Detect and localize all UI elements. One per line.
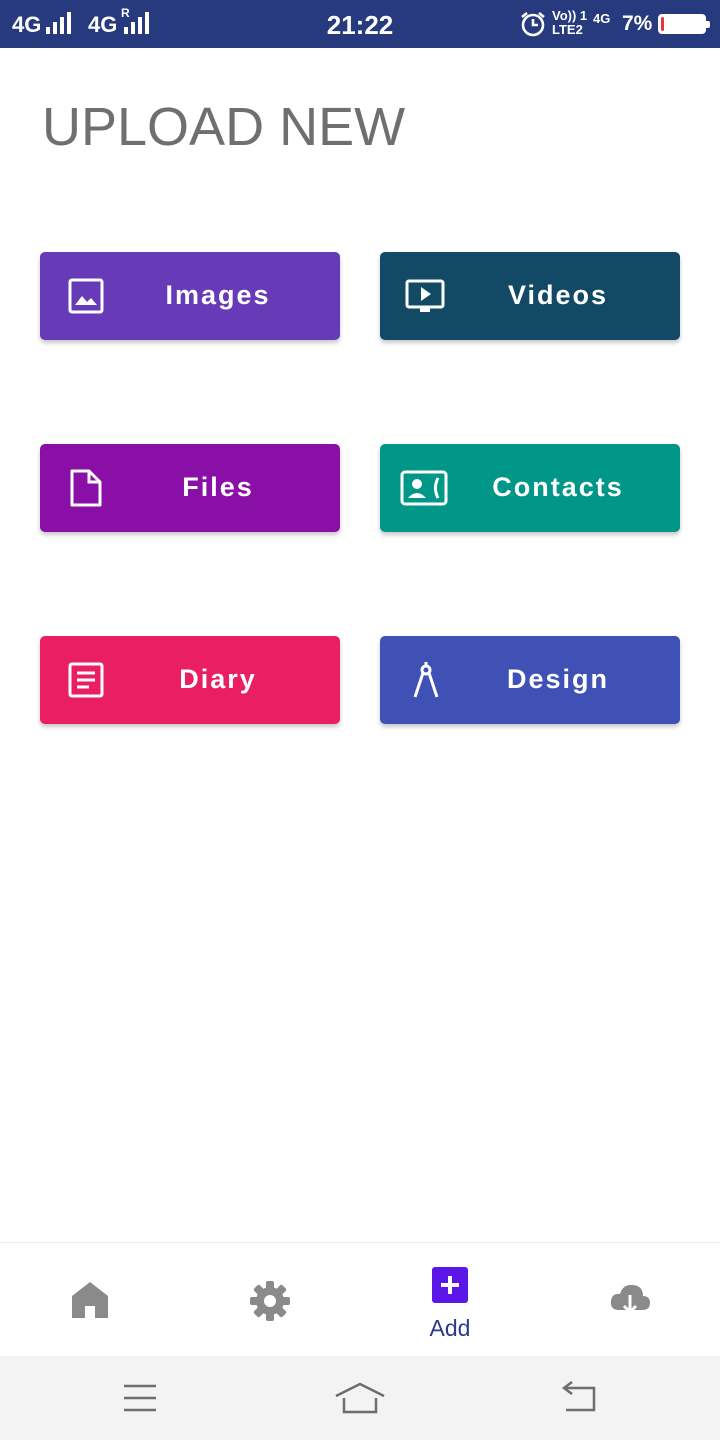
battery-level — [661, 17, 665, 31]
design-button[interactable]: Design — [380, 636, 680, 724]
status-bar: 4G 4G R 21:22 Vo)) 1 LTE2 4G 7% — [0, 0, 720, 48]
files-button[interactable]: Files — [40, 444, 340, 532]
volte-indicator: Vo)) 1 LTE2 — [552, 9, 587, 37]
back-icon[interactable] — [548, 1376, 608, 1420]
design-label: Design — [506, 664, 610, 694]
diary-button[interactable]: Diary — [40, 636, 340, 724]
file-icon — [70, 469, 102, 507]
menu-icon[interactable] — [110, 1376, 170, 1420]
contacts-button[interactable]: Contacts — [380, 444, 680, 532]
nav-add[interactable]: Add — [360, 1243, 540, 1357]
page-title: UPLOAD NEW — [42, 97, 406, 157]
screen: 4G 4G R 21:22 Vo)) 1 LTE2 4G 7% UPLOAD N… — [0, 0, 720, 1440]
image-icon — [68, 278, 104, 314]
nav-settings[interactable] — [180, 1243, 360, 1357]
images-label: Images — [165, 280, 271, 310]
home-outline-icon[interactable] — [330, 1376, 390, 1420]
cloud-download-icon — [610, 1284, 650, 1315]
video-icon — [405, 279, 445, 312]
nav-home[interactable] — [0, 1243, 180, 1357]
videos-label: Videos — [507, 280, 609, 310]
compass-icon — [413, 662, 439, 698]
bottom-navigation: Add — [0, 1242, 720, 1356]
system-navigation-bar — [0, 1356, 720, 1440]
alarm-icon — [521, 11, 545, 37]
diary-label: Diary — [179, 664, 257, 694]
contacts-label: Contacts — [492, 472, 624, 502]
home-icon — [72, 1282, 108, 1318]
gear-icon — [250, 1281, 290, 1321]
volte-line-2: LTE2 — [552, 22, 583, 37]
battery-percent: 7% — [622, 12, 653, 35]
volte-line-1: Vo)) 1 — [552, 8, 588, 23]
diary-icon — [68, 662, 104, 698]
videos-button[interactable]: Videos — [380, 252, 680, 340]
images-button[interactable]: Images — [40, 252, 340, 340]
nav-add-label: Add — [429, 1315, 471, 1341]
nav-download[interactable] — [540, 1243, 720, 1357]
contacts-icon — [400, 470, 448, 506]
add-icon — [432, 1267, 468, 1303]
files-label: Files — [182, 472, 254, 502]
network-label-3: 4G — [593, 11, 611, 26]
clock: 21:22 — [326, 10, 394, 40]
battery-icon — [658, 14, 710, 34]
